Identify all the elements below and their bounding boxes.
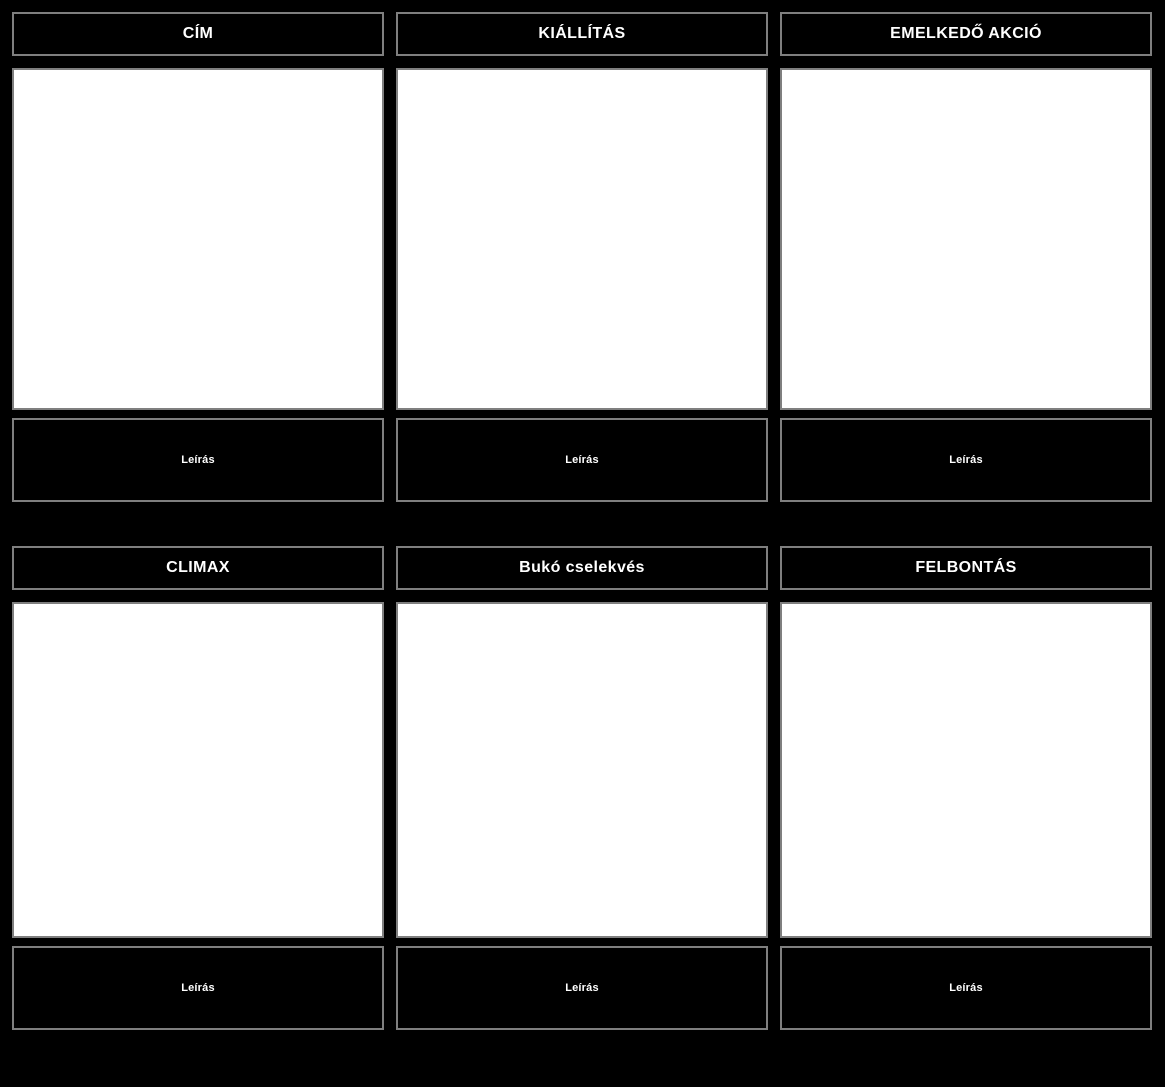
storyboard-grid: CÍM Leírás KIÁLLÍTÁS Leírás EMELKEDŐ AKC… <box>0 0 1165 1087</box>
panel-image-canvas[interactable] <box>396 602 768 938</box>
panel-caption-text[interactable]: Leírás <box>12 946 384 1030</box>
storyboard-panel[interactable]: CLIMAX Leírás <box>12 546 384 1030</box>
panel-caption-text[interactable]: Leírás <box>396 418 768 502</box>
storyboard-row-2: CLIMAX Leírás Bukó cselekvés Leírás FELB… <box>0 502 1165 1030</box>
panel-caption-text[interactable]: Leírás <box>780 418 1152 502</box>
storyboard-panel[interactable]: EMELKEDŐ AKCIÓ Leírás <box>780 12 1152 502</box>
panel-caption-text[interactable]: Leírás <box>396 946 768 1030</box>
panel-image-canvas[interactable] <box>780 602 1152 938</box>
panel-image-canvas[interactable] <box>12 68 384 410</box>
panel-image-canvas[interactable] <box>12 602 384 938</box>
panel-title-buko-cselekves[interactable]: Bukó cselekvés <box>396 546 768 590</box>
panel-caption-text[interactable]: Leírás <box>780 946 1152 1030</box>
panel-title-kiallitas[interactable]: KIÁLLÍTÁS <box>396 12 768 56</box>
panel-caption-text[interactable]: Leírás <box>12 418 384 502</box>
panel-title-emelkedo-akcio[interactable]: EMELKEDŐ AKCIÓ <box>780 12 1152 56</box>
panel-title-felbontas[interactable]: FELBONTÁS <box>780 546 1152 590</box>
panel-image-canvas[interactable] <box>396 68 768 410</box>
panel-title-cim[interactable]: CÍM <box>12 12 384 56</box>
panel-title-climax[interactable]: CLIMAX <box>12 546 384 590</box>
panel-image-canvas[interactable] <box>780 68 1152 410</box>
storyboard-row-1: CÍM Leírás KIÁLLÍTÁS Leírás EMELKEDŐ AKC… <box>0 0 1165 502</box>
storyboard-panel[interactable]: KIÁLLÍTÁS Leírás <box>396 12 768 502</box>
storyboard-panel[interactable]: Bukó cselekvés Leírás <box>396 546 768 1030</box>
storyboard-panel[interactable]: CÍM Leírás <box>12 12 384 502</box>
storyboard-panel[interactable]: FELBONTÁS Leírás <box>780 546 1152 1030</box>
